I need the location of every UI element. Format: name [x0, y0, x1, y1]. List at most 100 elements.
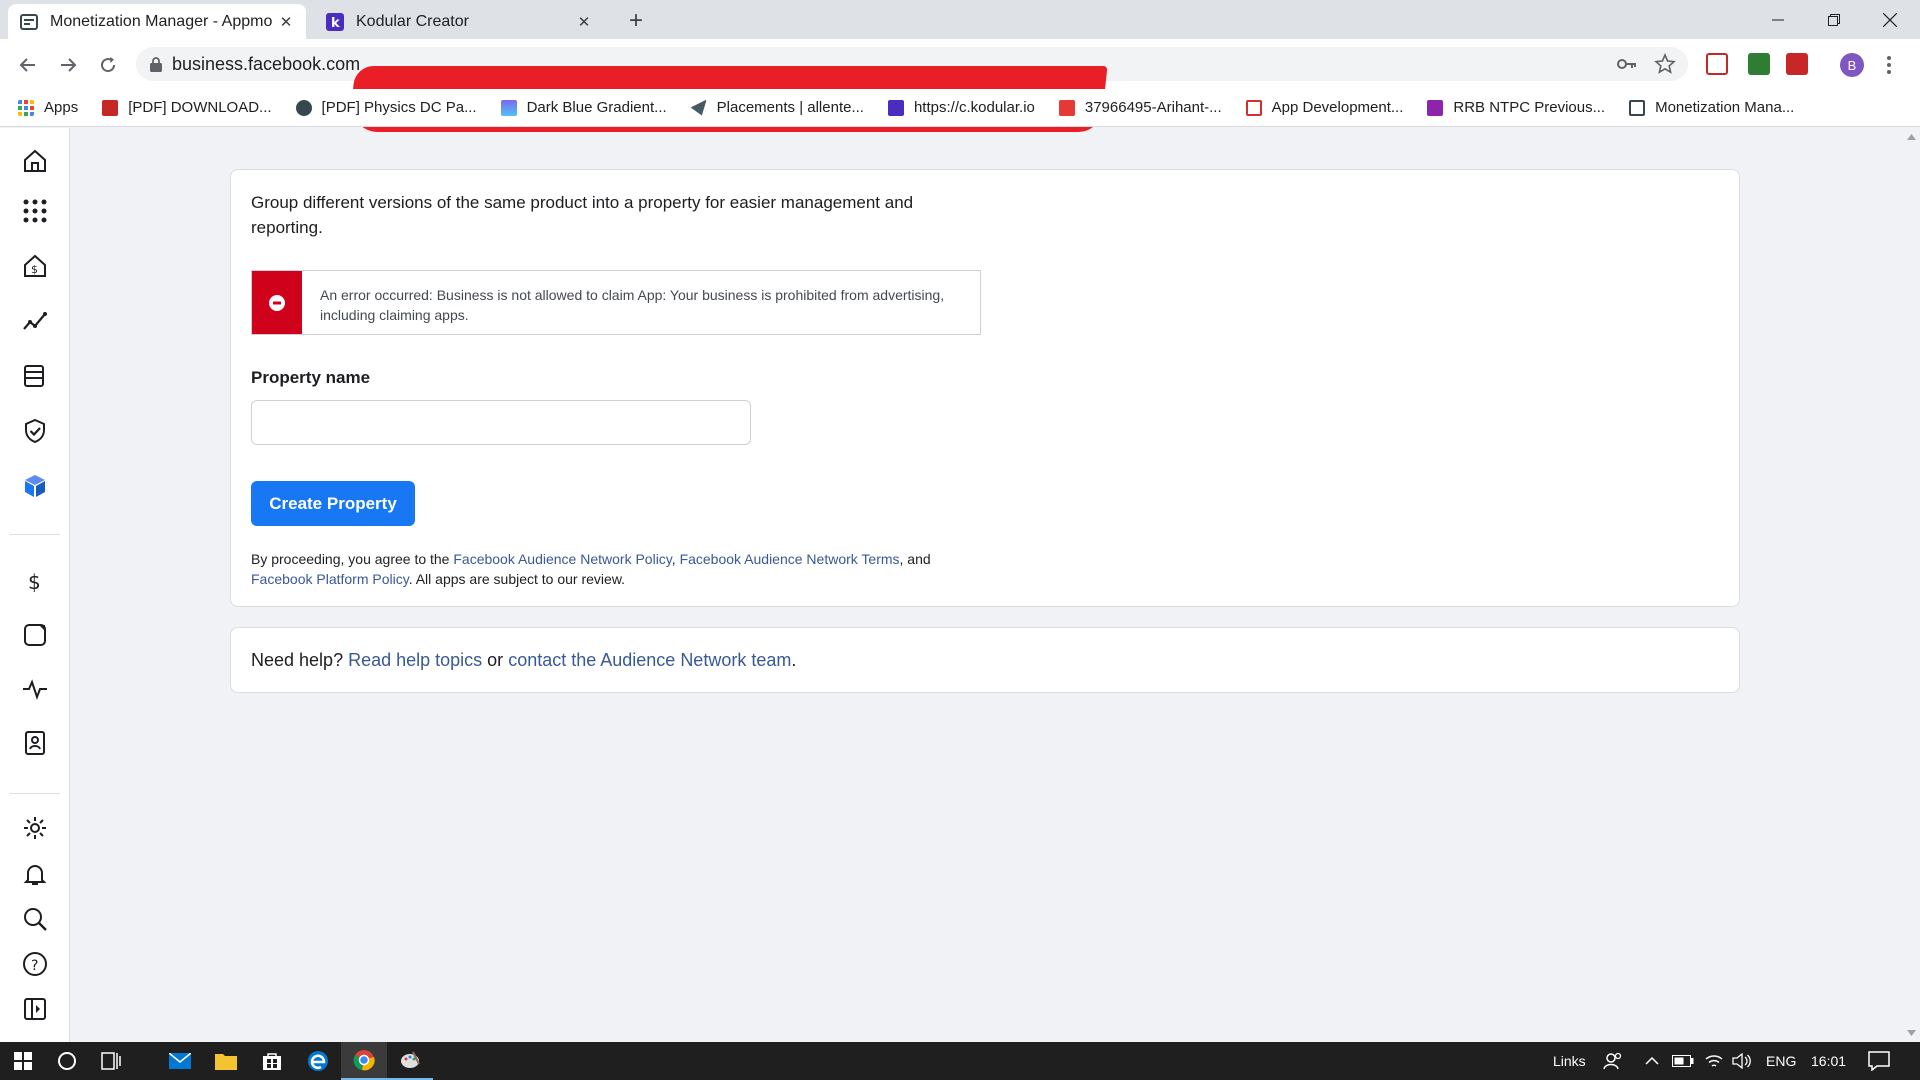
volume-icon[interactable]	[1732, 1042, 1752, 1080]
svg-text:k: k	[331, 16, 340, 31]
bookmark-placements[interactable]: Placements | allente...	[690, 99, 864, 116]
extension-icon[interactable]	[1706, 53, 1728, 75]
legal-text: , and	[899, 551, 931, 567]
reload-icon	[101, 57, 116, 73]
tab-monetization-manager[interactable]: Monetization Manager - Appmo ✕	[8, 4, 306, 39]
people-icon[interactable]	[1603, 1042, 1623, 1080]
svg-text:$: $	[28, 570, 41, 594]
collapse-panel-icon[interactable]	[22, 996, 48, 1022]
pulse-icon[interactable]	[22, 676, 48, 702]
bookmark-star-icon[interactable]	[1654, 53, 1676, 75]
database-icon[interactable]	[22, 363, 48, 389]
lock-icon	[150, 56, 162, 72]
restore-window-button[interactable]	[1806, 0, 1862, 39]
task-view-button[interactable]	[88, 1042, 134, 1080]
chrome-button[interactable]	[341, 1042, 387, 1080]
tab-kodular-creator[interactable]: k Kodular Creator ✕	[314, 4, 604, 39]
cortana-button[interactable]	[44, 1042, 90, 1080]
language-indicator[interactable]: ENG	[1766, 1042, 1796, 1080]
notifications-button[interactable]	[1868, 1042, 1890, 1080]
back-button[interactable]	[12, 49, 44, 81]
read-help-topics-link[interactable]: Read help topics	[348, 650, 482, 670]
minimize-icon	[1772, 19, 1784, 20]
show-hidden-icons-button[interactable]	[1645, 1042, 1659, 1080]
restore-icon	[1828, 13, 1840, 26]
close-tab-icon[interactable]: ✕	[276, 12, 296, 32]
wifi-icon[interactable]	[1704, 1042, 1724, 1080]
mail-app-button[interactable]	[157, 1042, 203, 1080]
square-icon[interactable]	[22, 622, 48, 648]
store-button[interactable]	[249, 1042, 295, 1080]
home-icon[interactable]	[22, 148, 48, 174]
minimize-window-button[interactable]	[1750, 0, 1806, 39]
new-tab-button[interactable]: +	[622, 7, 650, 35]
forward-button[interactable]	[52, 49, 84, 81]
bookmark-gradient[interactable]: Dark Blue Gradient...	[500, 99, 667, 116]
monetization-home-icon[interactable]: $	[22, 253, 48, 279]
reload-button[interactable]	[92, 49, 124, 81]
bookmark-physics[interactable]: [PDF] Physics DC Pa...	[295, 99, 477, 116]
error-minus-icon	[269, 294, 285, 311]
close-tab-icon[interactable]: ✕	[574, 12, 594, 32]
store-bag-icon	[263, 1053, 281, 1070]
dollar-icon[interactable]: $	[22, 568, 48, 594]
legal-text: ,	[671, 551, 680, 567]
edge-button[interactable]	[295, 1042, 341, 1080]
file-explorer-button[interactable]	[203, 1042, 249, 1080]
task-view-icon	[101, 1052, 121, 1070]
windows-taskbar: Links ENG 16:01	[0, 1042, 1920, 1080]
property-cube-icon[interactable]	[22, 473, 48, 499]
pdf-icon	[1058, 99, 1075, 116]
property-description: Group different versions of the same pro…	[251, 193, 914, 237]
scroll-up-icon[interactable]	[1907, 134, 1916, 140]
bell-icon[interactable]	[22, 861, 48, 887]
gear-icon[interactable]	[22, 815, 48, 841]
contact-book-icon[interactable]	[22, 730, 48, 756]
bookmark-rrb-ntpc[interactable]: RRB NTPC Previous...	[1427, 99, 1605, 116]
scroll-down-icon[interactable]	[1907, 1030, 1916, 1036]
battery-glyph-icon	[1672, 1055, 1694, 1067]
apps-grid-icon[interactable]	[22, 198, 48, 224]
page-scrollbar[interactable]	[1903, 128, 1920, 1042]
key-icon[interactable]	[1616, 53, 1638, 75]
bookmark-arihant[interactable]: 37966495-Arihant-...	[1058, 99, 1222, 116]
extension-on-icon[interactable]	[1748, 53, 1770, 75]
platform-policy-link[interactable]: Facebook Platform Policy	[251, 571, 409, 587]
help-middle: or	[482, 650, 509, 670]
speaker-glyph-icon	[1732, 1053, 1751, 1069]
rrb-icon	[1427, 99, 1444, 116]
trend-icon[interactable]	[22, 308, 48, 334]
links-toolbar-label[interactable]: Links	[1553, 1042, 1586, 1080]
contact-team-link[interactable]: contact the Audience Network team	[508, 650, 791, 670]
graduation-cap-icon	[295, 99, 312, 116]
bookmark-apps[interactable]: Apps	[18, 99, 78, 116]
mail-icon	[169, 1053, 191, 1069]
bookmark-label: Dark Blue Gradient...	[526, 99, 667, 116]
browser-menu-icon[interactable]	[1886, 55, 1892, 75]
bookmark-monetization[interactable]: Monetization Mana...	[1629, 99, 1794, 116]
send-icon	[690, 99, 707, 116]
profile-avatar[interactable]: B	[1840, 53, 1864, 77]
search-icon[interactable]	[22, 906, 48, 932]
bookmark-pdf-download[interactable]: [PDF] DOWNLOAD...	[102, 99, 272, 116]
people-glyph-icon	[1603, 1052, 1622, 1070]
audience-network-terms-link[interactable]: Facebook Audience Network Terms	[680, 551, 900, 567]
help-icon[interactable]: ?	[22, 951, 48, 977]
audience-network-policy-link[interactable]: Facebook Audience Network Policy	[453, 551, 671, 567]
clock[interactable]: 16:01	[1811, 1042, 1846, 1080]
edge-icon	[308, 1051, 328, 1071]
paint-app-button[interactable]	[387, 1042, 433, 1080]
bookmark-app-development[interactable]: App Development...	[1245, 99, 1403, 116]
legal-text: By proceeding, you agree to the	[251, 551, 454, 567]
bookmark-label: Apps	[44, 99, 79, 116]
start-button[interactable]	[0, 1042, 46, 1080]
bookmark-label: https://c.kodular.io	[913, 99, 1035, 116]
extension-shield-icon[interactable]	[1786, 53, 1808, 75]
bookmark-label: RRB NTPC Previous...	[1453, 99, 1606, 116]
create-property-button[interactable]: Create Property	[251, 481, 415, 526]
bookmark-kodular[interactable]: https://c.kodular.io	[887, 99, 1035, 116]
close-window-button[interactable]	[1862, 0, 1918, 39]
battery-icon[interactable]	[1672, 1042, 1694, 1080]
property-name-input[interactable]	[251, 400, 751, 445]
shield-check-icon[interactable]	[22, 418, 48, 444]
